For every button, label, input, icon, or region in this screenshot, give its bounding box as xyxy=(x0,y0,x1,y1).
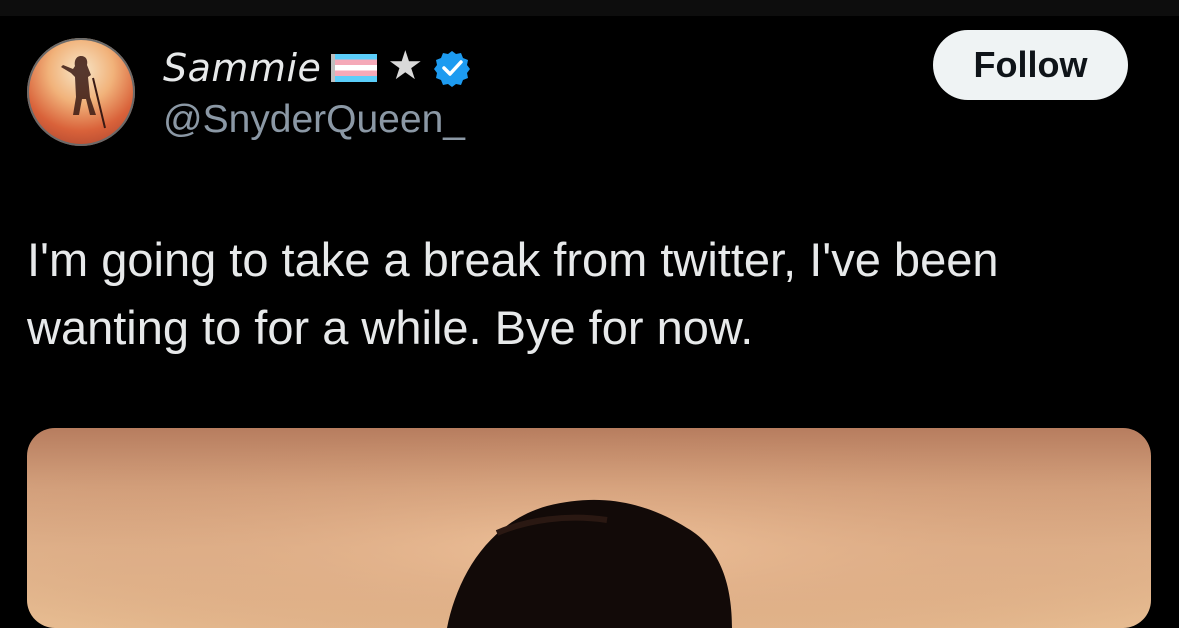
tweet-text: I'm going to take a break from twitter, … xyxy=(27,233,999,354)
tweet-media-image[interactable] xyxy=(27,428,1151,628)
display-name[interactable]: Sammie xyxy=(163,46,321,90)
avatar[interactable] xyxy=(27,38,135,146)
star-icon: ★ xyxy=(387,44,424,88)
follow-button[interactable]: Follow xyxy=(933,30,1128,100)
top-bar xyxy=(0,0,1179,16)
author-name-row: Sammie ★ xyxy=(163,46,471,90)
verified-icon[interactable] xyxy=(433,49,471,87)
transgender-flag-icon xyxy=(331,54,378,82)
media-photo xyxy=(27,428,1151,628)
avatar-silhouette-icon xyxy=(61,56,106,129)
author-handle[interactable]: @SnyderQueen_ xyxy=(163,98,465,142)
